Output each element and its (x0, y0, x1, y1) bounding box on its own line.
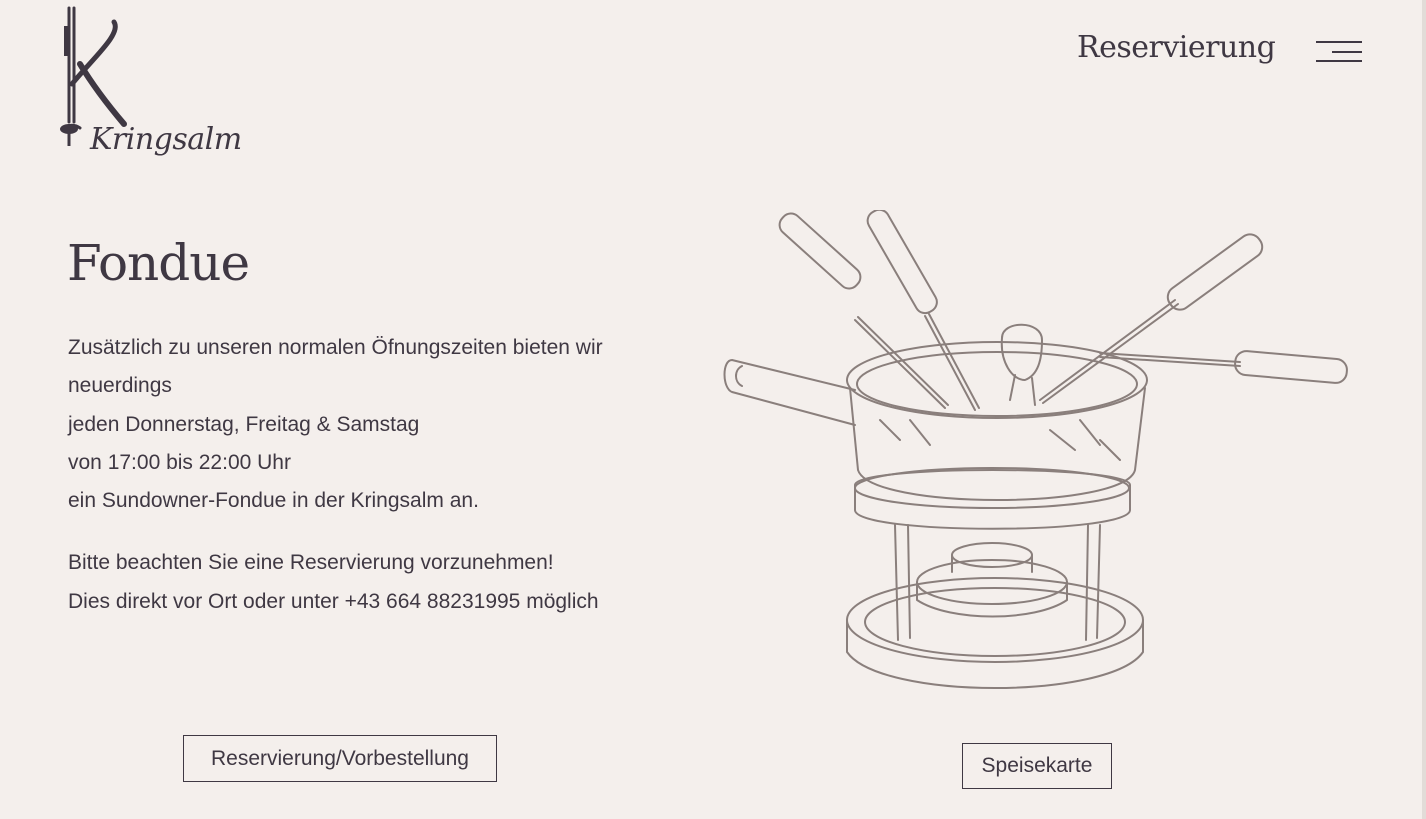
fondue-description: Zusätzlich zu unseren normalen Öfnungsze… (68, 329, 678, 621)
menu-card-button[interactable]: Speisekarte (962, 743, 1112, 789)
description-line: von 17:00 bis 22:00 Uhr (68, 450, 291, 474)
hamburger-menu-icon[interactable] (1316, 40, 1362, 64)
description-line: jeden Donnerstag, Freitag & Samstag (68, 412, 420, 436)
logo-text: Kringsalm (90, 122, 242, 157)
fondue-pot-illustration (720, 208, 1360, 710)
reservation-note: Bitte beachten Sie eine Reservierung vor… (68, 551, 554, 575)
logo[interactable]: Kringsalm (52, 4, 242, 170)
description-line: Zusätzlich zu unseren normalen Öfnungsze… (68, 336, 603, 398)
scrollbar[interactable] (1422, 0, 1426, 819)
contact-line: Dies direkt vor Ort oder unter +43 664 8… (68, 589, 599, 613)
fondue-pot-icon (723, 208, 1348, 689)
nav-reservation-link[interactable]: Reservierung (1077, 30, 1276, 65)
page-title: Fondue (67, 234, 250, 292)
description-line: ein Sundowner-Fondue in der Kringsalm an… (68, 489, 479, 513)
reservation-preorder-button[interactable]: Reservierung/Vorbestellung (183, 735, 497, 782)
